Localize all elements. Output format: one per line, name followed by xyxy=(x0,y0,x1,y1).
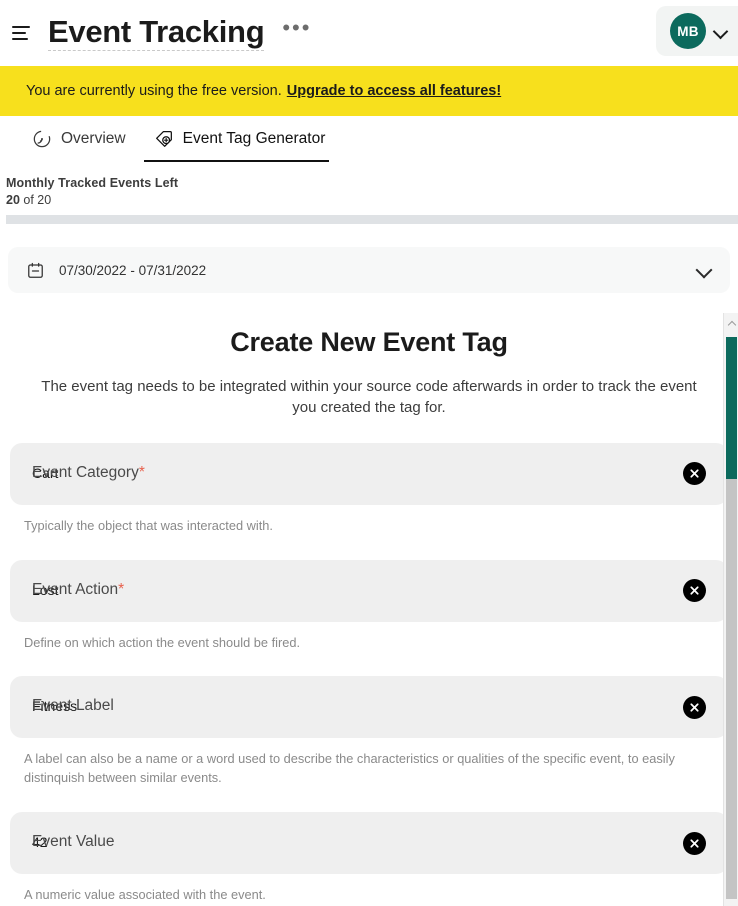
event-category-text-stack: Cart Event Category* xyxy=(32,464,671,484)
event-label-value: Fitness xyxy=(32,698,78,715)
field-block-event-label: Fitness Event Label A label can also be … xyxy=(10,676,728,788)
clear-x-icon xyxy=(690,703,699,712)
event-value-field[interactable]: 42 Event Value xyxy=(10,812,728,875)
event-value-text-stack: 42 Event Value xyxy=(32,833,671,853)
tab-overview-label: Overview xyxy=(61,130,126,147)
tab-event-tag-generator-label: Event Tag Generator xyxy=(182,130,326,147)
account-menu[interactable]: MB xyxy=(656,6,738,56)
scrollbar-track[interactable] xyxy=(726,479,737,899)
page-more-options-icon[interactable]: ••• xyxy=(282,17,311,43)
field-block-event-value: 42 Event Value A numeric value associate… xyxy=(10,812,728,905)
clear-event-action-button[interactable] xyxy=(683,579,706,603)
hamburger-menu-icon[interactable] xyxy=(6,16,40,50)
event-value-value: 42 xyxy=(32,834,48,851)
quota-count-value: 20 xyxy=(6,193,20,207)
radar-icon xyxy=(33,130,51,148)
quota-progress-bar xyxy=(6,215,738,224)
event-category-value: Cart xyxy=(32,464,59,481)
date-range-value: 07/30/2022 - 07/31/2022 xyxy=(59,262,207,278)
form-title: Create New Event Tag xyxy=(230,327,508,357)
tab-overview[interactable]: Overview xyxy=(22,116,144,162)
required-marker: * xyxy=(138,463,145,481)
tag-plus-icon xyxy=(155,131,172,147)
event-value-help: A numeric value associated with the even… xyxy=(24,887,266,903)
clear-x-icon xyxy=(690,839,699,848)
field-block-event-action: Lost Event Action* Define on which actio… xyxy=(10,559,728,653)
event-category-field[interactable]: Cart Event Category* xyxy=(10,442,728,505)
create-event-tag-panel: Create New Event Tag The event tag needs… xyxy=(0,327,738,905)
upgrade-link[interactable]: Upgrade to access all features! xyxy=(287,83,501,99)
tab-bar: Overview Event Tag Generator xyxy=(0,116,738,162)
clear-event-category-button[interactable] xyxy=(683,462,706,486)
quota-label: Monthly Tracked Events Left xyxy=(6,176,179,190)
form-subtitle: The event tag needs to be integrated wit… xyxy=(41,378,697,417)
vertical-scrollbar[interactable] xyxy=(723,313,738,906)
quota-section: Monthly Tracked Events Left 20 of 20 xyxy=(0,162,738,224)
banner-text: You are currently using the free version… xyxy=(26,83,282,99)
event-label-help: A label can also be a name or a word use… xyxy=(24,751,675,786)
quota-count-suffix: of 20 xyxy=(19,193,52,207)
event-action-value: Lost xyxy=(32,581,59,598)
clear-x-icon xyxy=(690,469,699,478)
calendar-icon xyxy=(28,262,43,278)
chevron-down-icon[interactable] xyxy=(696,262,712,278)
clear-event-label-button[interactable] xyxy=(683,695,706,719)
event-label-text-stack: Fitness Event Label xyxy=(32,697,671,717)
scroll-up-arrow-icon[interactable] xyxy=(724,317,738,330)
chevron-down-icon[interactable] xyxy=(714,24,728,38)
event-label-field[interactable]: Fitness Event Label xyxy=(10,676,728,739)
avatar[interactable]: MB xyxy=(670,13,706,49)
free-version-banner: You are currently using the free version… xyxy=(0,66,738,116)
date-range-selector[interactable]: 07/30/2022 - 07/31/2022 xyxy=(8,247,730,293)
clear-x-icon xyxy=(690,586,699,595)
field-block-event-category: Cart Event Category* Typically the objec… xyxy=(10,442,728,536)
quota-count: 20 of 20 xyxy=(6,193,738,207)
event-action-help: Define on which action the event should … xyxy=(24,634,301,650)
page-title[interactable]: Event Tracking xyxy=(48,16,265,51)
clear-event-value-button[interactable] xyxy=(683,831,706,855)
app-header: Event Tracking ••• MB xyxy=(0,0,738,66)
app-root: Event Tracking ••• MB You are currently … xyxy=(0,0,738,906)
scrollbar-thumb[interactable] xyxy=(726,337,737,479)
event-category-help: Typically the object that was interacted… xyxy=(24,517,273,533)
event-action-field[interactable]: Lost Event Action* xyxy=(10,559,728,622)
event-action-text-stack: Lost Event Action* xyxy=(32,581,671,601)
quota-progress-fill xyxy=(6,215,738,224)
tab-event-tag-generator[interactable]: Event Tag Generator xyxy=(143,116,344,162)
required-marker: * xyxy=(118,580,125,598)
